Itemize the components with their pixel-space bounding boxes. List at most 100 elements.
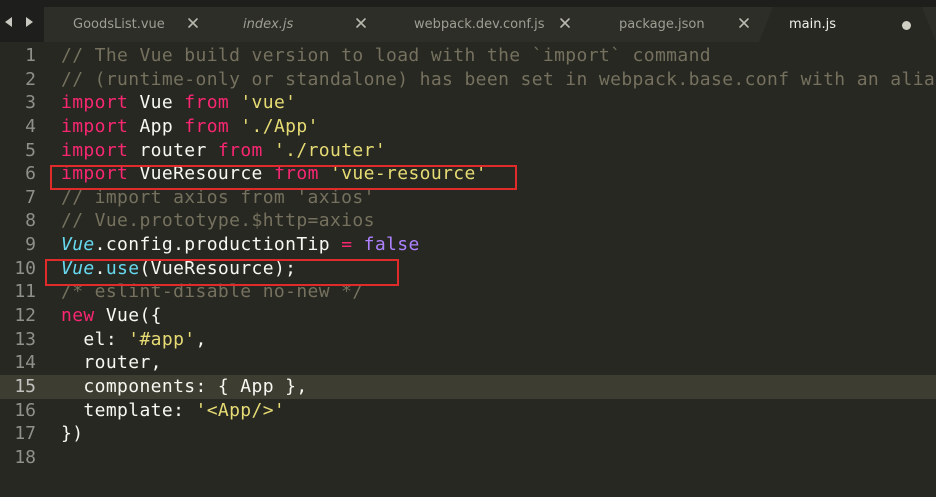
- line-text: import Vue from 'vue': [61, 91, 296, 115]
- code-line[interactable]: 17}): [0, 422, 936, 446]
- arrow-left-icon[interactable]: [2, 15, 16, 29]
- code-line[interactable]: 4 import App from './App': [0, 115, 936, 139]
- line-number: 18: [14, 446, 36, 468]
- tab-bar: GoodsList.vue index.js webpack.dev.conf.js…: [0, 0, 936, 42]
- string-token: '<App/>': [195, 399, 286, 421]
- code-token: App: [128, 115, 185, 137]
- line-number: 11: [14, 281, 36, 303]
- code-token: .config.productionTip: [94, 234, 342, 256]
- line-number: 2: [25, 68, 36, 90]
- line-number: 4: [25, 115, 36, 137]
- code-line[interactable]: 2 // (runtime-only or standalone) has bee…: [0, 68, 936, 92]
- string-token: '#app': [128, 328, 196, 350]
- string-token: './App': [240, 115, 319, 137]
- line-number: 16: [14, 399, 36, 421]
- line-text: new Vue({: [61, 304, 162, 328]
- tab-label: main.js: [789, 17, 836, 32]
- line-number: 5: [25, 139, 36, 161]
- tab-package-json[interactable]: package.json: [584, 7, 763, 42]
- code-line[interactable]: 8 // Vue.prototype.$http=axios: [0, 209, 936, 233]
- line-number: 9: [25, 234, 36, 256]
- tab-navigation: [2, 14, 40, 30]
- code-area[interactable]: 1 // The Vue build version to load with t…: [0, 44, 936, 470]
- boolean-token: false: [363, 234, 420, 256]
- line-text: }): [61, 422, 83, 446]
- line-text: // (runtime-only or standalone) has been…: [61, 68, 936, 92]
- tab-label: GoodsList.vue: [73, 17, 165, 32]
- line-text: import App from './App': [61, 115, 319, 139]
- code-line[interactable]: 5 import router from './router': [0, 139, 936, 163]
- line-text: components: { App },: [61, 375, 308, 399]
- code-token: components: { App },: [61, 375, 308, 397]
- code-line[interactable]: 18: [0, 446, 936, 470]
- tab-label: index.js: [243, 17, 294, 32]
- keyword-token: import: [61, 115, 129, 137]
- highlight-box-import-vueresource: [50, 165, 517, 190]
- string-token: 'vue': [240, 92, 297, 114]
- tab-main-js[interactable]: main.js: [759, 7, 936, 42]
- code-line[interactable]: 14 router,: [0, 351, 936, 375]
- code-token: }): [61, 423, 84, 445]
- code-line[interactable]: 12 new Vue({: [0, 304, 936, 328]
- code-token: Vue({: [94, 305, 162, 327]
- arrow-right-icon[interactable]: [22, 15, 36, 29]
- keyword-token: from: [217, 139, 263, 161]
- code-token: ,: [195, 328, 207, 350]
- line-number: 8: [25, 210, 36, 232]
- unsaved-dot-icon[interactable]: [902, 21, 911, 30]
- line-number: 6: [25, 163, 36, 185]
- line-number: 17: [14, 423, 36, 445]
- line-number: 3: [25, 92, 36, 114]
- code-token: Vue: [128, 92, 185, 114]
- tab-label: package.json: [619, 17, 705, 32]
- tab-index-js[interactable]: index.js: [215, 7, 390, 42]
- comment-token: // Vue.prototype.$http=axios: [61, 210, 375, 232]
- keyword-token: new: [61, 305, 95, 327]
- keyword-token: import: [61, 139, 129, 161]
- tab-webpack-dev-conf-js[interactable]: webpack.dev.conf.js: [386, 7, 588, 42]
- code-line[interactable]: 15 components: { App },: [0, 374, 936, 399]
- line-number: 15: [14, 375, 36, 397]
- line-number: 10: [14, 257, 36, 279]
- line-text: import router from './router': [61, 139, 386, 163]
- tab-goodslist-vue[interactable]: GoodsList.vue: [44, 7, 219, 42]
- code-line[interactable]: 3 import Vue from 'vue': [0, 91, 936, 115]
- tab-label: webpack.dev.conf.js: [414, 17, 545, 32]
- line-number: 1: [25, 45, 36, 66]
- string-token: './router': [273, 139, 387, 161]
- code-line[interactable]: 9 Vue.config.productionTip = false: [0, 233, 936, 257]
- line-number: 13: [14, 328, 36, 350]
- code-token: el:: [61, 328, 129, 350]
- code-line[interactable]: 16 template: '<App/>': [0, 399, 936, 423]
- code-editor[interactable]: GoodsList.vue index.js webpack.dev.conf.js…: [0, 0, 936, 497]
- close-icon[interactable]: [737, 16, 751, 30]
- line-number: 14: [14, 352, 36, 374]
- line-number: 7: [25, 186, 36, 208]
- keyword-token: from: [184, 92, 230, 114]
- code-line[interactable]: 1 // The Vue build version to load with t…: [0, 44, 936, 68]
- line-text: Vue.config.productionTip = false: [61, 233, 420, 257]
- comment-token: // The Vue build version to load with th…: [61, 45, 712, 66]
- keyword-token: import: [61, 92, 129, 114]
- line-text: template: '<App/>': [61, 399, 285, 423]
- variable-token: Vue: [61, 234, 95, 256]
- code-token: template:: [61, 399, 196, 421]
- code-token: router,: [61, 352, 162, 374]
- close-icon[interactable]: [354, 16, 368, 30]
- line-text: // The Vue build version to load with th…: [61, 44, 711, 68]
- line-text: // Vue.prototype.$http=axios: [61, 209, 375, 233]
- comment-token: // (runtime-only or standalone) has been…: [61, 68, 936, 90]
- code-line[interactable]: 13 el: '#app',: [0, 328, 936, 352]
- line-text: el: '#app',: [61, 328, 207, 352]
- highlight-box-vue-use: [45, 259, 399, 286]
- close-icon[interactable]: [558, 16, 572, 30]
- keyword-token: =: [341, 234, 353, 256]
- close-icon[interactable]: [186, 16, 200, 30]
- keyword-token: from: [184, 115, 230, 137]
- line-text: router,: [61, 351, 162, 375]
- code-token: router: [128, 139, 218, 161]
